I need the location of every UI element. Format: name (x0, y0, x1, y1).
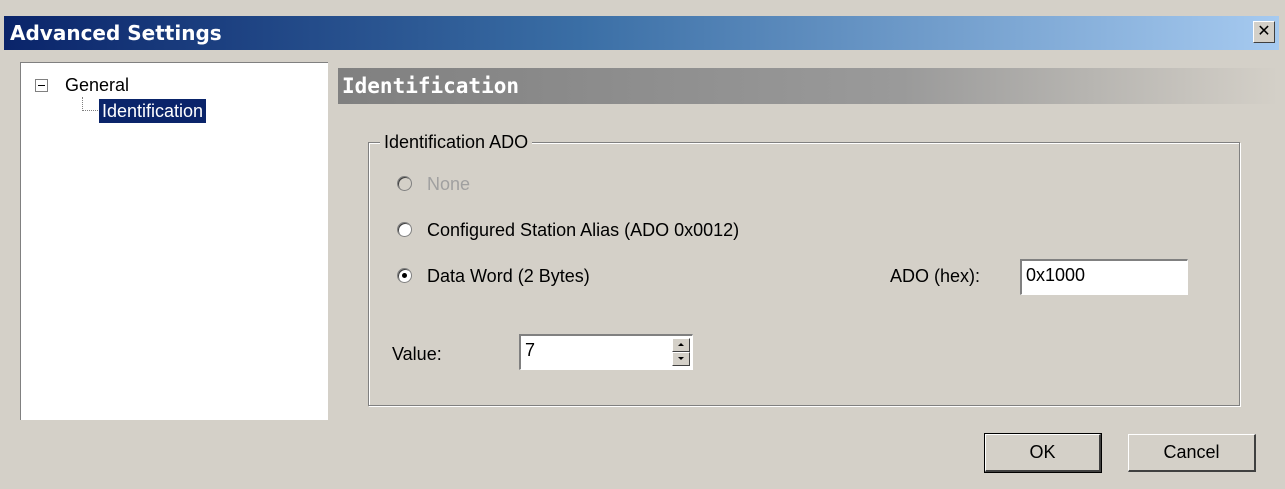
value-stepper[interactable] (672, 338, 690, 366)
value-label: Value: (392, 344, 442, 364)
collapse-icon[interactable] (35, 79, 48, 92)
close-button[interactable]: ✕ (1253, 21, 1275, 43)
tree-item-general[interactable]: General (65, 73, 129, 97)
radio-button-none[interactable] (397, 176, 412, 191)
title-bar[interactable]: Advanced Settings ✕ (4, 16, 1279, 50)
spin-up-button[interactable] (672, 338, 690, 352)
tree-item-identification[interactable]: Identification (99, 99, 207, 123)
ado-hex-label: ADO (hex): (890, 266, 981, 286)
close-icon: ✕ (1257, 21, 1271, 40)
ado-hex-input[interactable]: 0x1000 (1020, 259, 1188, 295)
radio-label-data-word: Data Word (2 Bytes) (427, 266, 590, 286)
radio-selected-dot (402, 273, 407, 278)
radio-button-configured-station-alias[interactable] (397, 222, 412, 237)
section-header: Identification (338, 68, 1279, 104)
value-spinbox[interactable]: 7 (519, 334, 693, 370)
advanced-settings-dialog: Advanced Settings ✕ General Identificati… (0, 0, 1285, 489)
tree-connector-line (82, 110, 98, 111)
spin-down-button[interactable] (672, 352, 690, 366)
value-text: 7 (525, 340, 536, 360)
settings-tree: General Identification (20, 62, 328, 420)
window-title: Advanced Settings (10, 21, 222, 45)
group-legend: Identification ADO (380, 130, 533, 154)
radio-label-none: None (427, 174, 471, 194)
ok-button[interactable]: OK (984, 433, 1102, 473)
cancel-button[interactable]: Cancel (1128, 434, 1256, 472)
radio-button-data-word[interactable] (397, 268, 412, 283)
arrow-up-icon (678, 343, 684, 346)
section-title: Identification (342, 74, 520, 98)
tree-connector-line (82, 97, 83, 111)
arrow-down-icon (678, 357, 684, 360)
radio-label-configured-station-alias: Configured Station Alias (ADO 0x0012) (427, 220, 740, 240)
